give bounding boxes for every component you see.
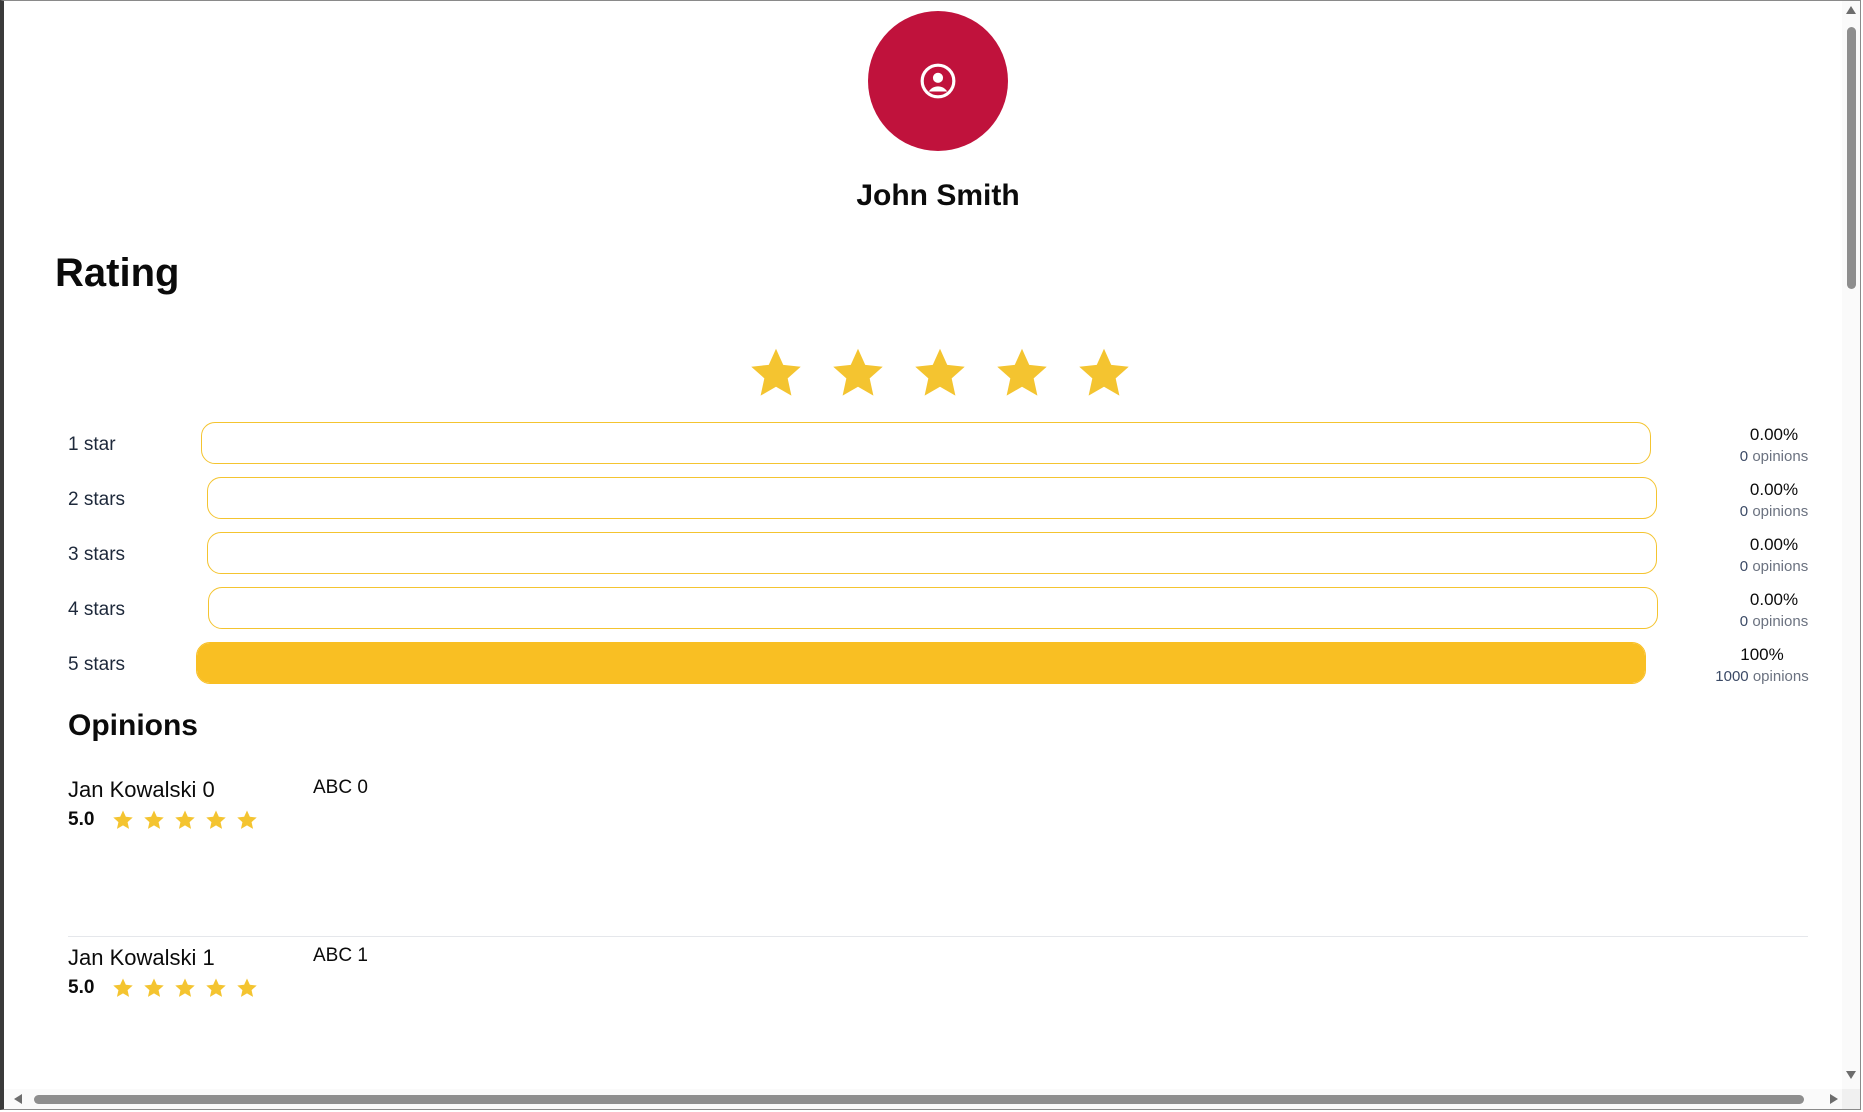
distribution-count-suffix-4: opinions [1752,613,1809,630]
distribution-percent-5: 100% [1740,645,1784,664]
browser-frame: John Smith Rating 1 star 0.00% 0 opinion… [0,0,1861,1110]
distribution-bar-5 [196,642,1646,684]
distribution-stats-4: 0.00% 0 opinions [1694,589,1846,633]
distribution-percent-2: 0.00% [1749,480,1799,499]
star-icon [206,810,226,829]
distribution-bar-2 [207,477,1657,519]
distribution-label-4: 4 stars [68,599,126,620]
distribution-percent-3: 0.00% [1749,535,1799,554]
distribution-bar-4 [208,587,1658,629]
opinion-score: 5.0 [68,977,95,998]
star-icon [833,348,883,396]
distribution-stats-5: 100% 1000 opinions [1682,644,1842,688]
star-icon [237,810,257,829]
vertical-scrollbar[interactable] [1842,1,1860,1091]
opinion-score: 5.0 [68,809,95,830]
distribution-stats-2: 0.00% 0 opinions [1694,479,1846,523]
star-icon [751,348,801,396]
star-icon [113,810,133,829]
star-icon [175,810,195,829]
distribution-count-suffix-1: opinions [1752,448,1809,465]
star-icon [997,348,1047,396]
horizontal-scrollbar[interactable] [4,1089,1846,1109]
vertical-scroll-thumb[interactable] [1847,27,1856,289]
average-rating-stars [748,345,1132,401]
distribution-stats-1: 0.00% 0 opinions [1694,424,1846,468]
opinion-item: Jan Kowalski 1 5.0 ABC 1 [68,937,1808,1091]
opinion-author: Jan Kowalski 1 [68,945,215,970]
distribution-count-suffix-5: opinions [1752,668,1809,685]
rating-title: Rating [55,251,180,295]
scroll-up-arrow-icon[interactable] [1846,6,1856,14]
scroll-left-arrow-icon[interactable] [14,1094,22,1104]
star-icon [113,978,133,997]
distribution-stats-3: 0.00% 0 opinions [1694,534,1846,578]
distribution-label-1: 1 star [68,434,116,455]
distribution-count-5: 1000 [1715,668,1749,685]
opinion-score-row: 5.0 [68,809,258,831]
horizontal-scroll-thumb[interactable] [34,1095,1804,1104]
star-icon [237,978,257,997]
opinion-score-row: 5.0 [68,977,258,999]
page-viewport: John Smith Rating 1 star 0.00% 0 opinion… [4,1,1846,1091]
distribution-bar-3 [207,532,1657,574]
opinion-item: Jan Kowalski 0 5.0 ABC 0 [68,769,1808,937]
star-icon [1079,348,1129,396]
star-icon [144,978,164,997]
star-icon [206,978,226,997]
star-icon [915,348,965,396]
distribution-count-suffix-2: opinions [1752,503,1809,520]
scrollbar-corner [1842,1089,1860,1109]
profile-name: John Smith [856,179,1020,212]
distribution-label-2: 2 stars [68,489,126,510]
distribution-count-1: 0 [1739,448,1749,465]
distribution-count-4: 0 [1739,613,1749,630]
opinion-stars [112,809,258,831]
distribution-count-2: 0 [1739,503,1749,520]
scroll-down-arrow-icon[interactable] [1846,1071,1856,1079]
distribution-percent-1: 0.00% [1749,425,1799,444]
distribution-bar-fill-5 [197,643,1645,683]
distribution-count-line-4: 0 opinions [1694,611,1846,633]
opinions-title: Opinions [68,709,198,742]
star-icon [144,810,164,829]
star-icon [175,978,195,997]
distribution-count-line-3: 0 opinions [1694,556,1846,578]
opinion-text: ABC 0 [313,777,368,798]
distribution-percent-4: 0.00% [1749,590,1799,609]
distribution-label-3: 3 stars [68,544,126,565]
opinion-stars [112,977,258,999]
user-circle-icon [920,63,956,99]
distribution-label-5: 5 stars [68,654,126,675]
opinion-author: Jan Kowalski 0 [68,777,215,802]
distribution-count-line-1: 0 opinions [1694,446,1846,468]
distribution-count-3: 0 [1739,558,1749,575]
distribution-count-line-2: 0 opinions [1694,501,1846,523]
distribution-bar-1 [201,422,1651,464]
scroll-right-arrow-icon[interactable] [1830,1094,1838,1104]
distribution-count-suffix-3: opinions [1752,558,1809,575]
distribution-count-line-5: 1000 opinions [1682,666,1842,688]
avatar [868,11,1008,151]
opinion-text: ABC 1 [313,945,368,966]
